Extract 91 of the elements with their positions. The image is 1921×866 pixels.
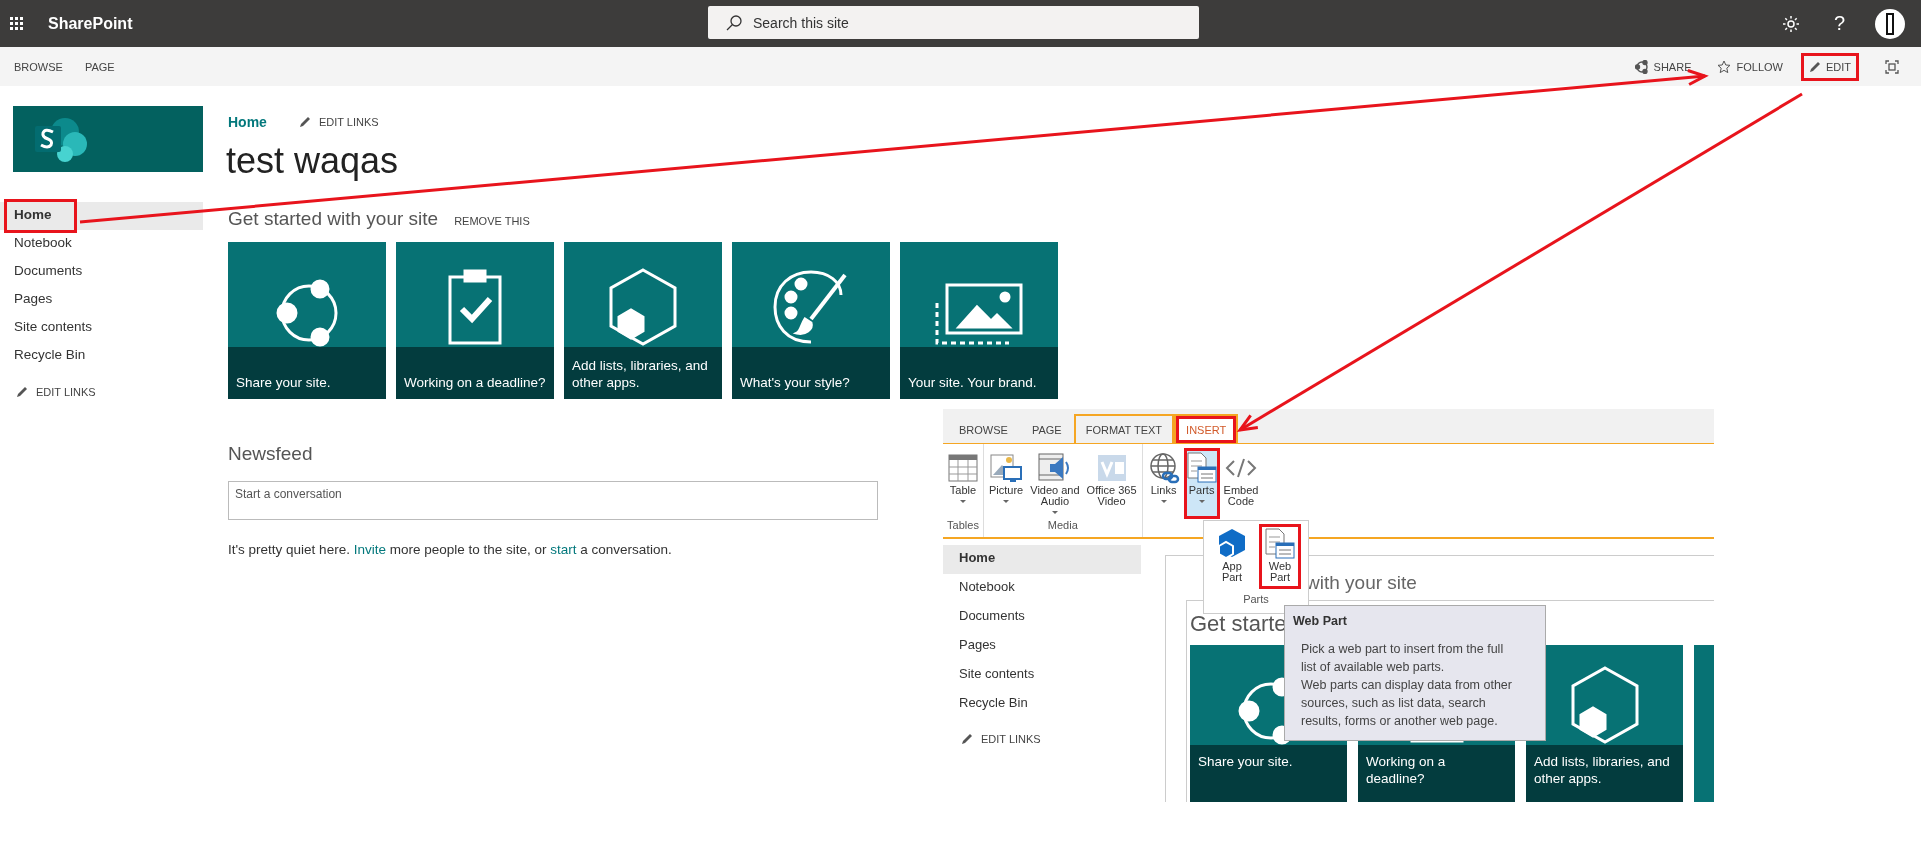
ribbon-tab[interactable]: INSERT (1174, 414, 1239, 443)
promo-tile[interactable]: What's your style? (732, 242, 890, 399)
nav-link[interactable]: Home (943, 545, 1141, 574)
section-heading: Get starte (1190, 611, 1287, 637)
nav-link[interactable]: Home (0, 202, 203, 230)
ribbon-button[interactable]: Office 365 Video (1083, 448, 1140, 519)
tile-caption: Working on a deadline? (1366, 753, 1447, 787)
search-field[interactable]: Search this site (708, 6, 1199, 39)
inline-link[interactable]: start (550, 542, 577, 557)
pencil-icon (961, 733, 973, 745)
ribbon-tab[interactable]: BROWSE (947, 414, 1020, 443)
caret-icon (960, 500, 966, 503)
tile-caption: Share your site. (236, 374, 331, 391)
page-title: test waqas (226, 140, 399, 182)
ribbon-button[interactable]: Picture (986, 448, 1027, 519)
tooltip-title: Web Part (1293, 614, 1348, 628)
code-icon (1225, 456, 1257, 480)
ribbon-button[interactable]: Video and Audio (1027, 448, 1083, 519)
edit-links-link[interactable]: EDIT LINKS (981, 733, 1041, 745)
globe-link-icon (1147, 452, 1180, 484)
site-logo[interactable] (13, 106, 203, 172)
search-icon (726, 15, 742, 31)
table-icon (948, 454, 978, 482)
follow-button[interactable]: FOLLOW (1709, 51, 1791, 82)
pencil-icon (1808, 60, 1821, 73)
section-heading: Newsfeed (228, 443, 313, 465)
settings-icon[interactable] (1781, 14, 1800, 33)
pencil-icon (16, 386, 28, 398)
breadcrumb-link[interactable]: Home (228, 114, 267, 130)
ribbon-button[interactable]: Parts (1183, 448, 1220, 519)
promo-tile[interactable]: Share your site. (228, 242, 386, 399)
share-icon (1634, 59, 1649, 74)
caret-icon (1003, 500, 1010, 503)
group-label: Tables (946, 519, 980, 533)
tile-caption: Working on a deadline? (404, 374, 546, 391)
inline-link[interactable]: Invite (353, 542, 386, 557)
menu-item[interactable]: App Part (1211, 524, 1253, 589)
nav-link[interactable]: Documents (943, 603, 1141, 632)
promo-tile[interactable]: Your site. Your brand. (900, 242, 1058, 399)
ribbon-tab[interactable]: BROWSE (14, 60, 63, 73)
cube-icon (1217, 528, 1247, 560)
caret-icon (1160, 500, 1167, 503)
edit-button[interactable]: EDIT (1800, 52, 1859, 81)
nav-link[interactable]: Pages (943, 632, 1141, 661)
tile-caption: Add lists, libraries, and other apps. (572, 357, 709, 391)
promo-tile[interactable]: Working on a deadline? (396, 242, 554, 399)
nav-link[interactable]: Site contents (943, 661, 1141, 690)
tile-caption: Share your site. (1198, 753, 1293, 770)
hexagon-icon (607, 267, 679, 347)
promo-tile[interactable]: Add lists, libraries, and other apps. (564, 242, 722, 399)
tile-caption: Your site. Your brand. (908, 374, 1037, 391)
ribbon-tab[interactable]: PAGE (84, 60, 115, 73)
empty-feed-message: It's pretty quiet here. Invite more people to the site, or start a conversation. (228, 542, 672, 557)
nav-link[interactable]: Recycle Bin (0, 342, 203, 370)
nav-link[interactable]: Site contents (0, 314, 203, 342)
ribbon-button[interactable]: Links (1144, 448, 1183, 519)
app-name[interactable]: SharePoint (48, 14, 133, 33)
nav-link[interactable]: Pages (0, 286, 203, 314)
app-launcher-icon[interactable] (10, 16, 24, 31)
remove-link[interactable]: REMOVE THIS (454, 215, 530, 227)
image-frame-icon (933, 281, 1025, 347)
focus-mode-icon[interactable] (1885, 59, 1899, 74)
share-button[interactable]: SHARE (1626, 51, 1700, 82)
ribbon-button[interactable]: Embed Code (1220, 448, 1262, 519)
section-heading: Get started with your site (228, 208, 439, 230)
web-part-icon (1186, 452, 1217, 484)
caret-icon (1051, 511, 1058, 514)
pencil-icon (298, 116, 311, 128)
conversation-input[interactable]: Start a conversation (228, 481, 878, 520)
edit-links-link[interactable]: EDIT LINKS (36, 386, 96, 398)
tile-caption: Add lists, libraries, and other apps. (1534, 753, 1671, 787)
tile-caption: What's your style? (740, 374, 850, 391)
nav-link[interactable]: Notebook (0, 230, 203, 258)
video-logo-icon (1095, 452, 1128, 484)
edit-links-link[interactable]: EDIT LINKS (318, 116, 379, 128)
promo-tile[interactable]: Add lists, libraries, and other apps. (1526, 645, 1683, 802)
nav-link[interactable]: Documents (0, 258, 203, 286)
ribbon-tab[interactable]: PAGE (1019, 414, 1074, 443)
star-icon (1717, 59, 1732, 74)
film-speaker-icon (1037, 452, 1072, 484)
ribbon-button[interactable]: Table (945, 448, 981, 519)
menu-item[interactable]: Web Part (1259, 524, 1301, 589)
group-label: Parts (1243, 593, 1269, 605)
nav-link[interactable]: Recycle Bin (943, 690, 1141, 719)
group-label: Media (1046, 519, 1079, 533)
help-button[interactable]: ? (1833, 12, 1845, 35)
web-part-icon (1265, 528, 1295, 560)
caret-icon (1198, 500, 1205, 503)
picture-icon (990, 452, 1023, 484)
avatar[interactable] (1875, 8, 1905, 39)
nav-link[interactable]: Notebook (943, 574, 1141, 603)
